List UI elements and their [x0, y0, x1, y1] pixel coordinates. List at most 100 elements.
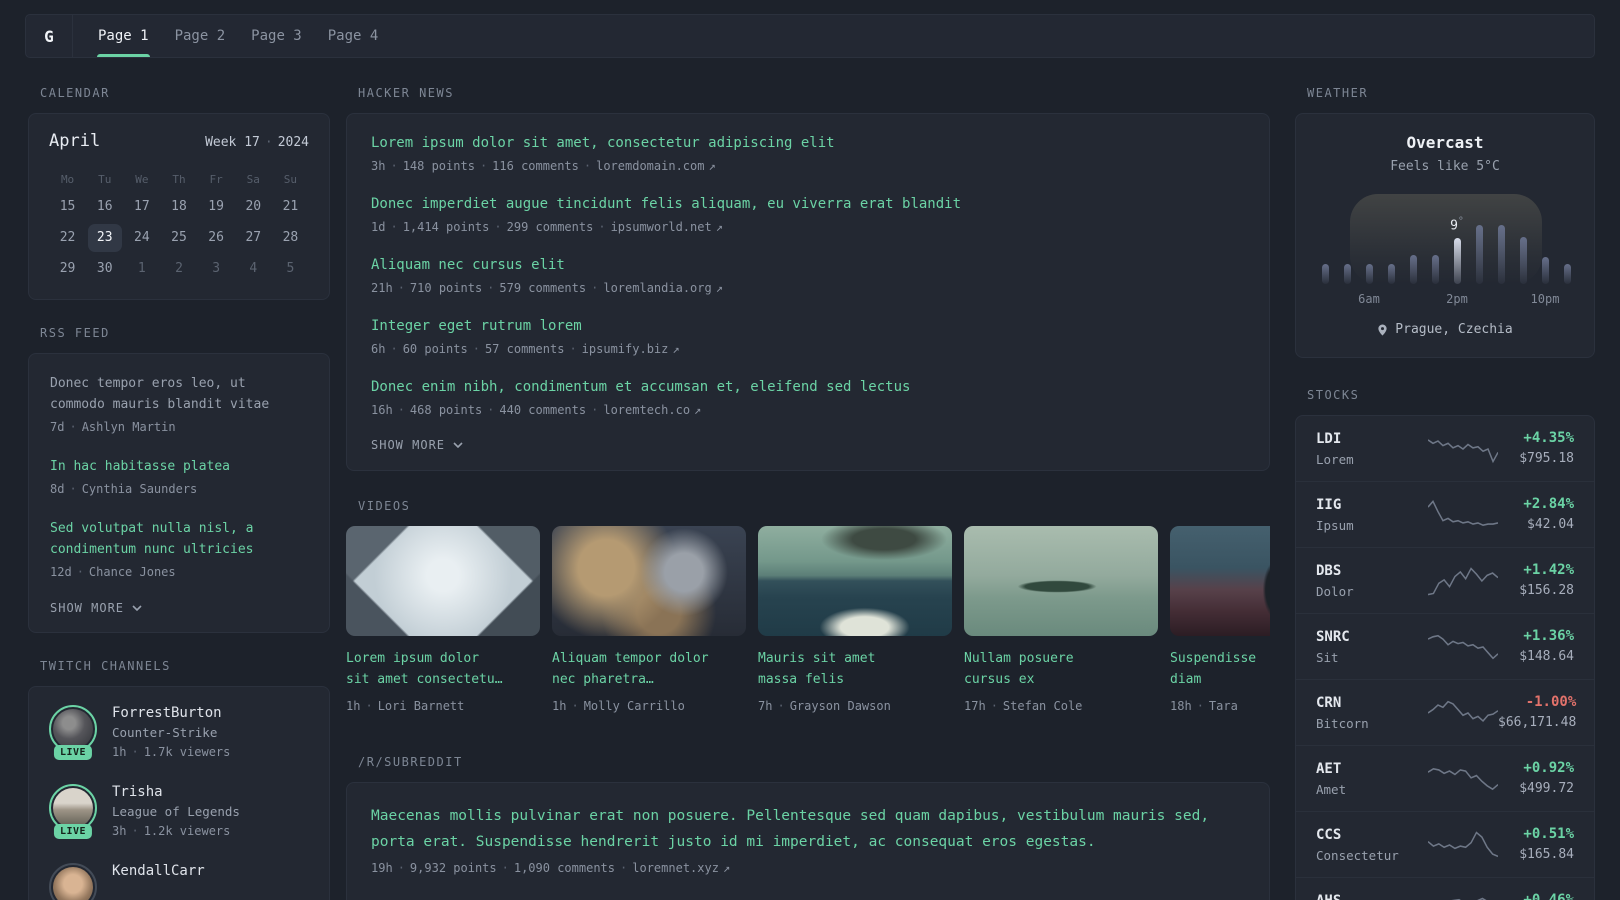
- calendar-day: 4: [235, 253, 272, 284]
- hn-item-age: 6h: [371, 342, 386, 356]
- calendar-weekday-label: Su: [283, 172, 298, 186]
- weather-bar: [1497, 225, 1505, 284]
- weather-hour-cell: [1468, 292, 1490, 306]
- separator-dot: ·: [487, 281, 495, 295]
- weather-temp-label: 9°: [1450, 216, 1464, 233]
- video-card[interactable]: Nullam posuere cursus ex 17h · Stefan Cole: [964, 526, 1158, 713]
- hn-item-comments[interactable]: 116 comments: [492, 159, 579, 173]
- calendar-day-number: 16: [96, 199, 113, 214]
- weather-bar-slot: [1424, 255, 1446, 284]
- hackernews-show-more-button[interactable]: SHOW MORE: [371, 438, 463, 452]
- video-thumbnail: [964, 526, 1158, 636]
- stock-name: Consectetur: [1316, 847, 1399, 863]
- rss-item-meta: 8d · Cynthia Saunders: [50, 482, 308, 496]
- stock-row[interactable]: CCS Consectetur +0.51% $165.84: [1296, 811, 1594, 877]
- calendar-day: 3: [198, 253, 235, 284]
- separator-dot: ·: [990, 699, 998, 713]
- stock-row[interactable]: DBS Dolor +1.42% $156.28: [1296, 547, 1594, 613]
- weather-widget: Overcast Feels like 5°C 9° 6am 2pm 10pm Pra…: [1295, 113, 1595, 358]
- twitch-channel-info: KendallCarr: [112, 863, 205, 900]
- external-link-arrow-icon: ↗: [715, 281, 723, 295]
- weather-hourly-chart: 9° 6am 2pm 10pm: [1314, 194, 1578, 306]
- page-tabs: Page 1 Page 2 Page 3 Page 4: [73, 15, 391, 57]
- video-card[interactable]: Lorem ipsum dolor sit amet consectetu… 1h…: [346, 526, 540, 713]
- stock-row[interactable]: LDI Lorem +4.35% $795.18: [1296, 416, 1594, 481]
- hn-item-comments[interactable]: 579 comments: [499, 281, 586, 295]
- hackernews-item: Aliquam nec cursus elit 21h · 710 points · 57…: [371, 255, 1245, 295]
- hackernews-item-title[interactable]: Aliquam nec cursus elit: [371, 255, 1245, 275]
- tab-page-1[interactable]: Page 1: [85, 15, 162, 57]
- weather-hour-cell: [1490, 292, 1512, 306]
- weather-bar-slot: 9°: [1446, 216, 1468, 284]
- subreddit-post-comments[interactable]: 1,090 comments: [514, 861, 615, 875]
- calendar-day: 5: [272, 253, 309, 284]
- weather-bar-slot: [1314, 264, 1336, 284]
- twitch-avatar: [49, 863, 97, 900]
- separator-dot: ·: [598, 220, 606, 234]
- subreddit-post-domain[interactable]: loremnet.xyz: [632, 861, 719, 875]
- hn-item-comments[interactable]: 299 comments: [507, 220, 594, 234]
- tab-page-3[interactable]: Page 3: [238, 15, 315, 57]
- video-card[interactable]: Aliquam tempor dolor nec pharetra… 1h · Mol…: [552, 526, 746, 713]
- hackernews-item-title[interactable]: Lorem ipsum dolor sit amet, consectetur …: [371, 133, 1245, 153]
- rss-show-more-button[interactable]: SHOW MORE: [50, 601, 142, 615]
- rss-item-title[interactable]: In hac habitasse platea: [50, 456, 308, 477]
- stock-sparkline: [1428, 438, 1498, 463]
- hackernews-item-title[interactable]: Integer eget rutrum lorem: [371, 316, 1245, 336]
- stock-row[interactable]: SNRC Sit +1.36% $148.64: [1296, 613, 1594, 679]
- twitch-channel-name[interactable]: KendallCarr: [112, 863, 205, 879]
- left-column: CALENDAR April Week 17 · 2024 Mo Tu We Th Fr Sa…: [28, 86, 330, 900]
- hackernews-item-title[interactable]: Donec imperdiet augue tincidunt felis al…: [371, 194, 1245, 214]
- hn-item-comments[interactable]: 440 comments: [499, 403, 586, 417]
- video-card[interactable]: Suspendisse diam 18h · Tara: [1170, 526, 1270, 713]
- separator-dot: ·: [390, 342, 398, 356]
- weather-bar: [1563, 264, 1571, 284]
- weather-hour-cell: 6am: [1358, 292, 1380, 306]
- weather-bar-slot: [1512, 237, 1534, 284]
- weather-bar-slot: [1468, 225, 1490, 284]
- video-card[interactable]: Mauris sit amet massa felis 7h · Grayson Da…: [758, 526, 952, 713]
- stock-row[interactable]: IIG Ipsum +2.84% $42.04: [1296, 481, 1594, 547]
- hn-item-domain[interactable]: ipsumworld.net: [611, 220, 712, 234]
- stock-name: Dolor: [1316, 583, 1354, 599]
- rss-item-title[interactable]: Donec tempor eros leo, ut commodo mauris…: [50, 373, 308, 415]
- calendar-day: 19: [198, 191, 235, 222]
- twitch-avatar: LIVE: [49, 784, 97, 839]
- twitch-channel-row[interactable]: LIVE Trisha League of Legends 3h · 1.2k viewe…: [49, 784, 309, 839]
- calendar-week-label: Week 17: [205, 135, 260, 150]
- separator-dot: ·: [397, 403, 405, 417]
- calendar-day: 20: [235, 191, 272, 222]
- tab-page-2[interactable]: Page 2: [162, 15, 239, 57]
- twitch-channel-name[interactable]: ForrestBurton: [112, 705, 230, 721]
- rss-item-title[interactable]: Sed volutpat nulla nisl, a condimentum n…: [50, 518, 308, 560]
- app-logo[interactable]: G: [26, 15, 73, 57]
- twitch-channel-row[interactable]: KendallCarr: [49, 863, 309, 900]
- stock-change: +4.35%: [1523, 430, 1574, 446]
- weather-bar-slot: [1490, 225, 1512, 284]
- calendar-weekday-label: Mo: [60, 172, 75, 186]
- stock-values: +2.84% $42.04: [1498, 496, 1574, 533]
- stocks-section: STOCKS LDI Lorem +4.35% $795.18 IIG Ipsum +2.8…: [1295, 388, 1595, 900]
- calendar-day-number: 17: [134, 199, 150, 214]
- separator-dot: ·: [131, 745, 139, 759]
- stock-row[interactable]: AET Amet +0.92% $499.72: [1296, 745, 1594, 811]
- rss-item-age: 7d: [50, 420, 65, 434]
- live-badge: LIVE: [53, 745, 93, 760]
- hn-item-domain[interactable]: loremdomain.com: [596, 159, 704, 173]
- hn-item-domain[interactable]: ipsumify.biz: [582, 342, 669, 356]
- hackernews-item: Donec enim nibh, condimentum et accumsan…: [371, 377, 1245, 417]
- calendar-day-selected: 23: [86, 222, 123, 253]
- stock-row[interactable]: AHS +0.46%: [1296, 877, 1594, 900]
- calendar-day: 2: [160, 253, 197, 284]
- subreddit-post-title[interactable]: Maecenas mollis pulvinar erat non posuer…: [371, 803, 1245, 855]
- twitch-channel-name[interactable]: Trisha: [112, 784, 240, 800]
- video-title: Aliquam tempor dolor nec pharetra…: [552, 651, 709, 687]
- hackernews-item-title[interactable]: Donec enim nibh, condimentum et accumsan…: [371, 377, 1245, 397]
- tab-page-4[interactable]: Page 4: [315, 15, 392, 57]
- twitch-channel-row[interactable]: LIVE ForrestBurton Counter-Strike 1h · 1.7k v…: [49, 705, 309, 760]
- hn-item-domain[interactable]: loremlandia.org: [603, 281, 711, 295]
- hn-item-domain[interactable]: loremtech.co: [603, 403, 690, 417]
- hn-item-comments[interactable]: 57 comments: [485, 342, 564, 356]
- stock-row[interactable]: CRN Bitcorn -1.00% $66,171.48: [1296, 679, 1594, 745]
- weather-hour-cell: [1424, 292, 1446, 306]
